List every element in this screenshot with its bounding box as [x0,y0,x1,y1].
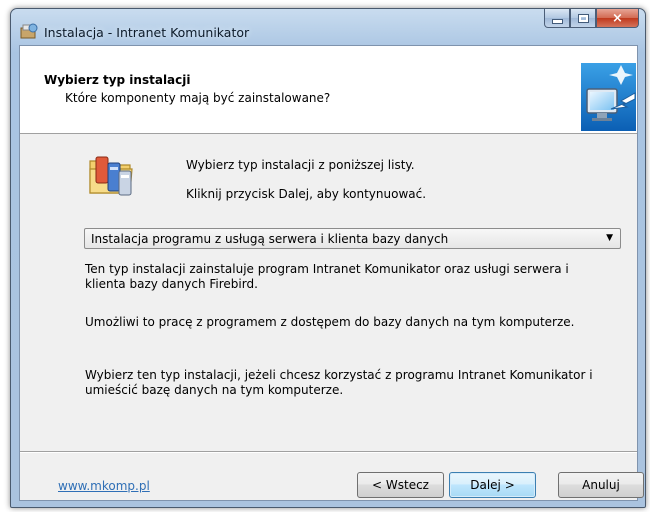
intro-text-2: Kliknij przycisk Dalej, aby kontynuować. [186,187,427,201]
page-title: Wybierz typ instalacji [44,73,191,87]
wizard-computer-icon [581,63,636,131]
close-button[interactable]: × [596,9,639,28]
components-folder-icon [86,149,136,199]
install-type-selected: Instalacja programu z usługą serwera i k… [91,232,449,246]
next-button[interactable]: Dalej > [449,472,536,498]
window-title: Instalacja - Intranet Komunikator [44,25,250,40]
maximize-icon [577,13,589,23]
minimize-icon [551,18,563,24]
description-text-2: Umożliwi to pracę z programem z dostępem… [85,315,575,329]
dropdown-arrow-icon[interactable]: ▼ [606,233,613,243]
cancel-button-label: Anuluj [582,478,620,492]
close-icon: × [612,10,623,26]
footer-divider [20,451,637,453]
back-button[interactable]: < Wstecz [357,472,444,498]
page-subtitle: Które komponenty mają być zainstalowane? [65,91,331,105]
installer-window: Instalacja - Intranet Komunikator × Wybi… [10,8,646,508]
window-controls: × [544,9,639,29]
back-button-label: < Wstecz [372,478,429,492]
description-text-1: Ten typ instalacji zainstaluje program I… [85,262,569,291]
description-text-3: Wybierz ten typ instalacji, jeżeli chces… [85,368,593,397]
title-bar[interactable]: Instalacja - Intranet Komunikator × [11,9,645,45]
website-link[interactable]: www.mkomp.pl [58,479,150,493]
maximize-button[interactable] [570,9,596,28]
installer-app-icon [20,23,38,39]
intro-text-1: Wybierz typ instalacji z poniższej listy… [186,158,415,172]
install-type-select[interactable]: Instalacja programu z usługą serwera i k… [84,228,621,249]
minimize-button[interactable] [544,9,570,28]
wizard-client-area: Wybierz typ instalacji Które komponenty … [19,45,644,501]
cancel-button[interactable]: Anuluj [558,472,644,498]
next-button-label: Dalej > [470,478,515,492]
wizard-header: Wybierz typ instalacji Które komponenty … [20,46,637,134]
